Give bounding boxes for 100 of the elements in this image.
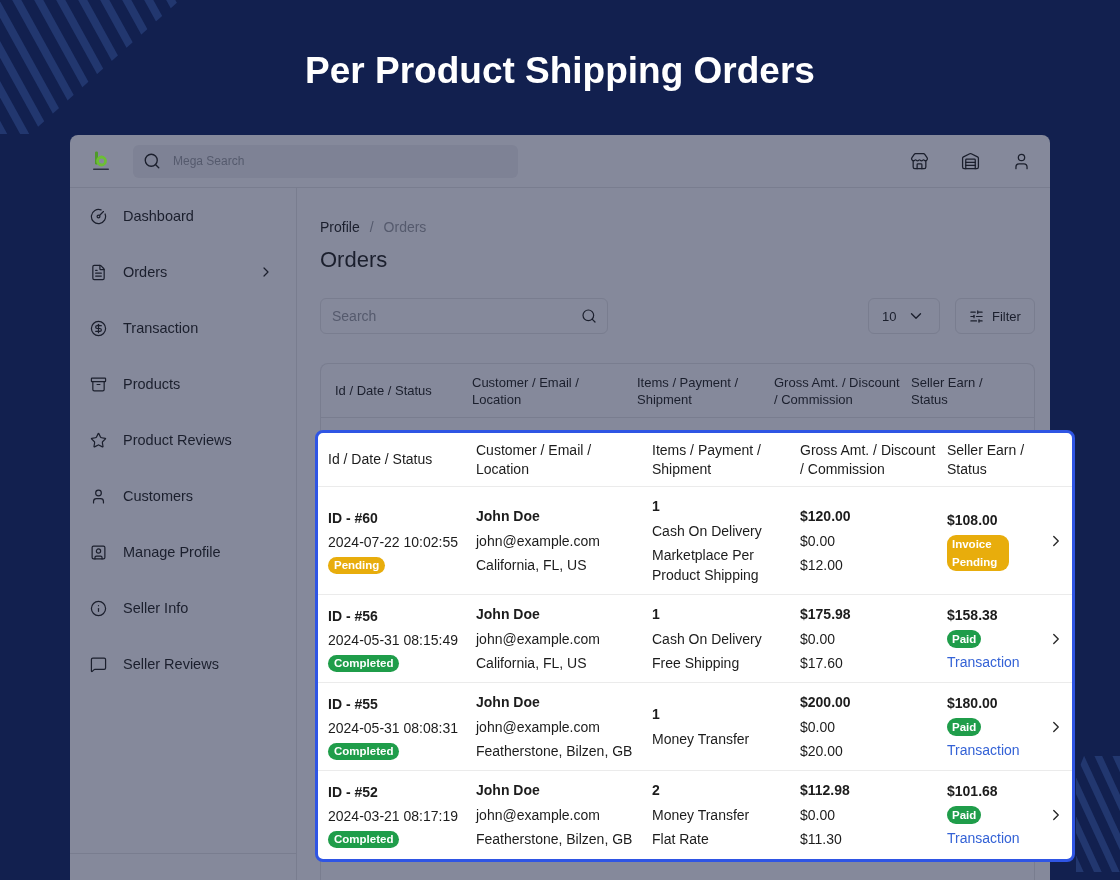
customer-location: Featherstone, Bilzen, GB bbox=[476, 742, 633, 761]
customer-name: John Doe bbox=[476, 693, 540, 712]
sidebar-item[interactable]: Dashboard bbox=[70, 188, 296, 244]
order-id: ID - #56 bbox=[328, 606, 378, 626]
customer-name: John Doe bbox=[476, 507, 540, 526]
commission-amount: $12.00 bbox=[800, 556, 843, 575]
column-header: Customer / Email / Location bbox=[472, 373, 580, 408]
page-title: Per Product Shipping Orders bbox=[305, 49, 815, 93]
store-button[interactable] bbox=[910, 151, 929, 171]
sidebar-item[interactable]: Orders bbox=[70, 244, 296, 300]
column-header: Customer / Email / Location bbox=[476, 440, 593, 479]
payment-status-badge: Paid bbox=[947, 629, 982, 648]
user-square-icon bbox=[90, 543, 107, 561]
account-button[interactable] bbox=[1012, 151, 1031, 171]
customer-email: john@example.com bbox=[476, 629, 600, 649]
seller-earning: $158.38 bbox=[947, 606, 998, 625]
seller-earning: $101.68 bbox=[947, 782, 998, 801]
warehouse-icon bbox=[961, 151, 980, 171]
commission-amount: $17.60 bbox=[800, 654, 843, 673]
order-date: 2024-05-31 08:08:31 bbox=[328, 719, 458, 738]
page-heading: Orders bbox=[320, 247, 388, 273]
sidebar-item[interactable]: Seller Reviews bbox=[70, 636, 296, 692]
star-icon bbox=[90, 431, 107, 449]
order-status-badge: Completed bbox=[328, 830, 400, 848]
sidebar-item[interactable]: Seller Info bbox=[70, 580, 296, 636]
discount-amount: $0.00 bbox=[800, 805, 836, 825]
payment-method: Cash On Delivery bbox=[652, 629, 762, 649]
order-date: 2024-05-31 08:15:49 bbox=[328, 631, 458, 650]
shipping-method: Free Shipping bbox=[652, 654, 740, 673]
commission-amount: $20.00 bbox=[800, 742, 843, 761]
sidebar-item[interactable]: Products bbox=[70, 356, 296, 412]
search-icon bbox=[143, 152, 161, 170]
filter-button[interactable]: Filter bbox=[955, 298, 1035, 334]
logo-icon bbox=[92, 151, 110, 171]
discount-amount: $0.00 bbox=[800, 629, 836, 649]
order-status-badge: Pending bbox=[328, 556, 386, 574]
column-header: Id / Date / Status bbox=[328, 450, 434, 469]
seller-earning: $108.00 bbox=[947, 511, 998, 531]
box-icon bbox=[90, 375, 107, 393]
customer-location: California, FL, US bbox=[476, 556, 587, 575]
customer-email: john@example.com bbox=[476, 717, 600, 737]
column-header: Seller Earn / Status bbox=[911, 373, 984, 408]
dollar-icon bbox=[90, 319, 107, 337]
transaction-link[interactable]: Transaction bbox=[947, 652, 1020, 672]
customer-email: john@example.com bbox=[476, 805, 600, 825]
user-icon bbox=[90, 487, 107, 505]
info-icon bbox=[90, 599, 107, 617]
customer-email: john@example.com bbox=[476, 531, 600, 551]
order-status-badge: Completed bbox=[328, 742, 400, 760]
payment-method: Money Transfer bbox=[652, 729, 750, 749]
discount-amount: $0.00 bbox=[800, 717, 836, 737]
user-icon bbox=[1012, 151, 1031, 171]
item-count: 1 bbox=[652, 705, 660, 725]
order-id: ID - #60 bbox=[328, 508, 378, 528]
page-size-select[interactable]: 10 bbox=[868, 298, 940, 334]
payment-method: Money Transfer bbox=[652, 805, 750, 825]
discount-amount: $0.00 bbox=[800, 531, 836, 551]
gross-amount: $175.98 bbox=[800, 605, 851, 624]
message-icon bbox=[90, 655, 107, 673]
sidebar-item[interactable]: Product Reviews bbox=[70, 412, 296, 468]
store-icon bbox=[910, 151, 929, 171]
order-date: 2024-07-22 10:02:55 bbox=[328, 533, 458, 552]
shipping-method: Flat Rate bbox=[652, 830, 709, 849]
gross-amount: $112.98 bbox=[800, 781, 850, 800]
customer-name: John Doe bbox=[476, 605, 540, 624]
item-count: 1 bbox=[652, 605, 660, 624]
order-id: ID - #52 bbox=[328, 782, 378, 802]
column-header: Items / Payment / Shipment bbox=[652, 440, 762, 479]
payment-method: Cash On Delivery bbox=[652, 521, 762, 541]
gauge-icon bbox=[90, 207, 107, 225]
transaction-link[interactable]: Transaction bbox=[947, 828, 1020, 848]
order-date: 2024-03-21 08:17:19 bbox=[328, 807, 458, 826]
item-count: 1 bbox=[652, 497, 660, 516]
search-icon bbox=[581, 308, 597, 324]
payment-status-badge: Invoice Pending bbox=[947, 534, 1009, 571]
order-id: ID - #55 bbox=[328, 694, 378, 714]
customer-location: California, FL, US bbox=[476, 654, 587, 673]
gross-amount: $120.00 bbox=[800, 507, 851, 526]
warehouse-button[interactable] bbox=[961, 151, 980, 171]
customer-location: Featherstone, Bilzen, GB bbox=[476, 830, 633, 849]
commission-amount: $11.30 bbox=[800, 830, 842, 849]
column-header: Items / Payment / Shipment bbox=[637, 373, 740, 408]
column-header: Gross Amt. / Discount / Commission bbox=[774, 373, 901, 408]
shipping-method: Marketplace Per Product Shipping bbox=[652, 546, 760, 585]
sidebar-item[interactable]: Transaction bbox=[70, 300, 296, 356]
breadcrumb-separator: / bbox=[369, 218, 374, 237]
column-header: Gross Amt. / Discount / Commission bbox=[800, 440, 937, 479]
breadcrumb-link[interactable]: Profile bbox=[320, 217, 360, 237]
transaction-link[interactable]: Transaction bbox=[947, 740, 1020, 760]
gross-amount: $200.00 bbox=[800, 693, 851, 712]
payment-status-badge: Paid bbox=[947, 805, 982, 824]
document-icon bbox=[90, 263, 107, 281]
order-status-badge: Completed bbox=[328, 654, 400, 672]
sidebar-item[interactable]: Customers bbox=[70, 468, 296, 524]
sidebar-item[interactable]: Manage Profile bbox=[70, 524, 296, 580]
seller-earning: $180.00 bbox=[947, 694, 998, 713]
column-header: Id / Date / Status bbox=[335, 382, 433, 399]
sliders-icon bbox=[969, 308, 984, 324]
item-count: 2 bbox=[652, 781, 660, 800]
customer-name: John Doe bbox=[476, 781, 540, 800]
